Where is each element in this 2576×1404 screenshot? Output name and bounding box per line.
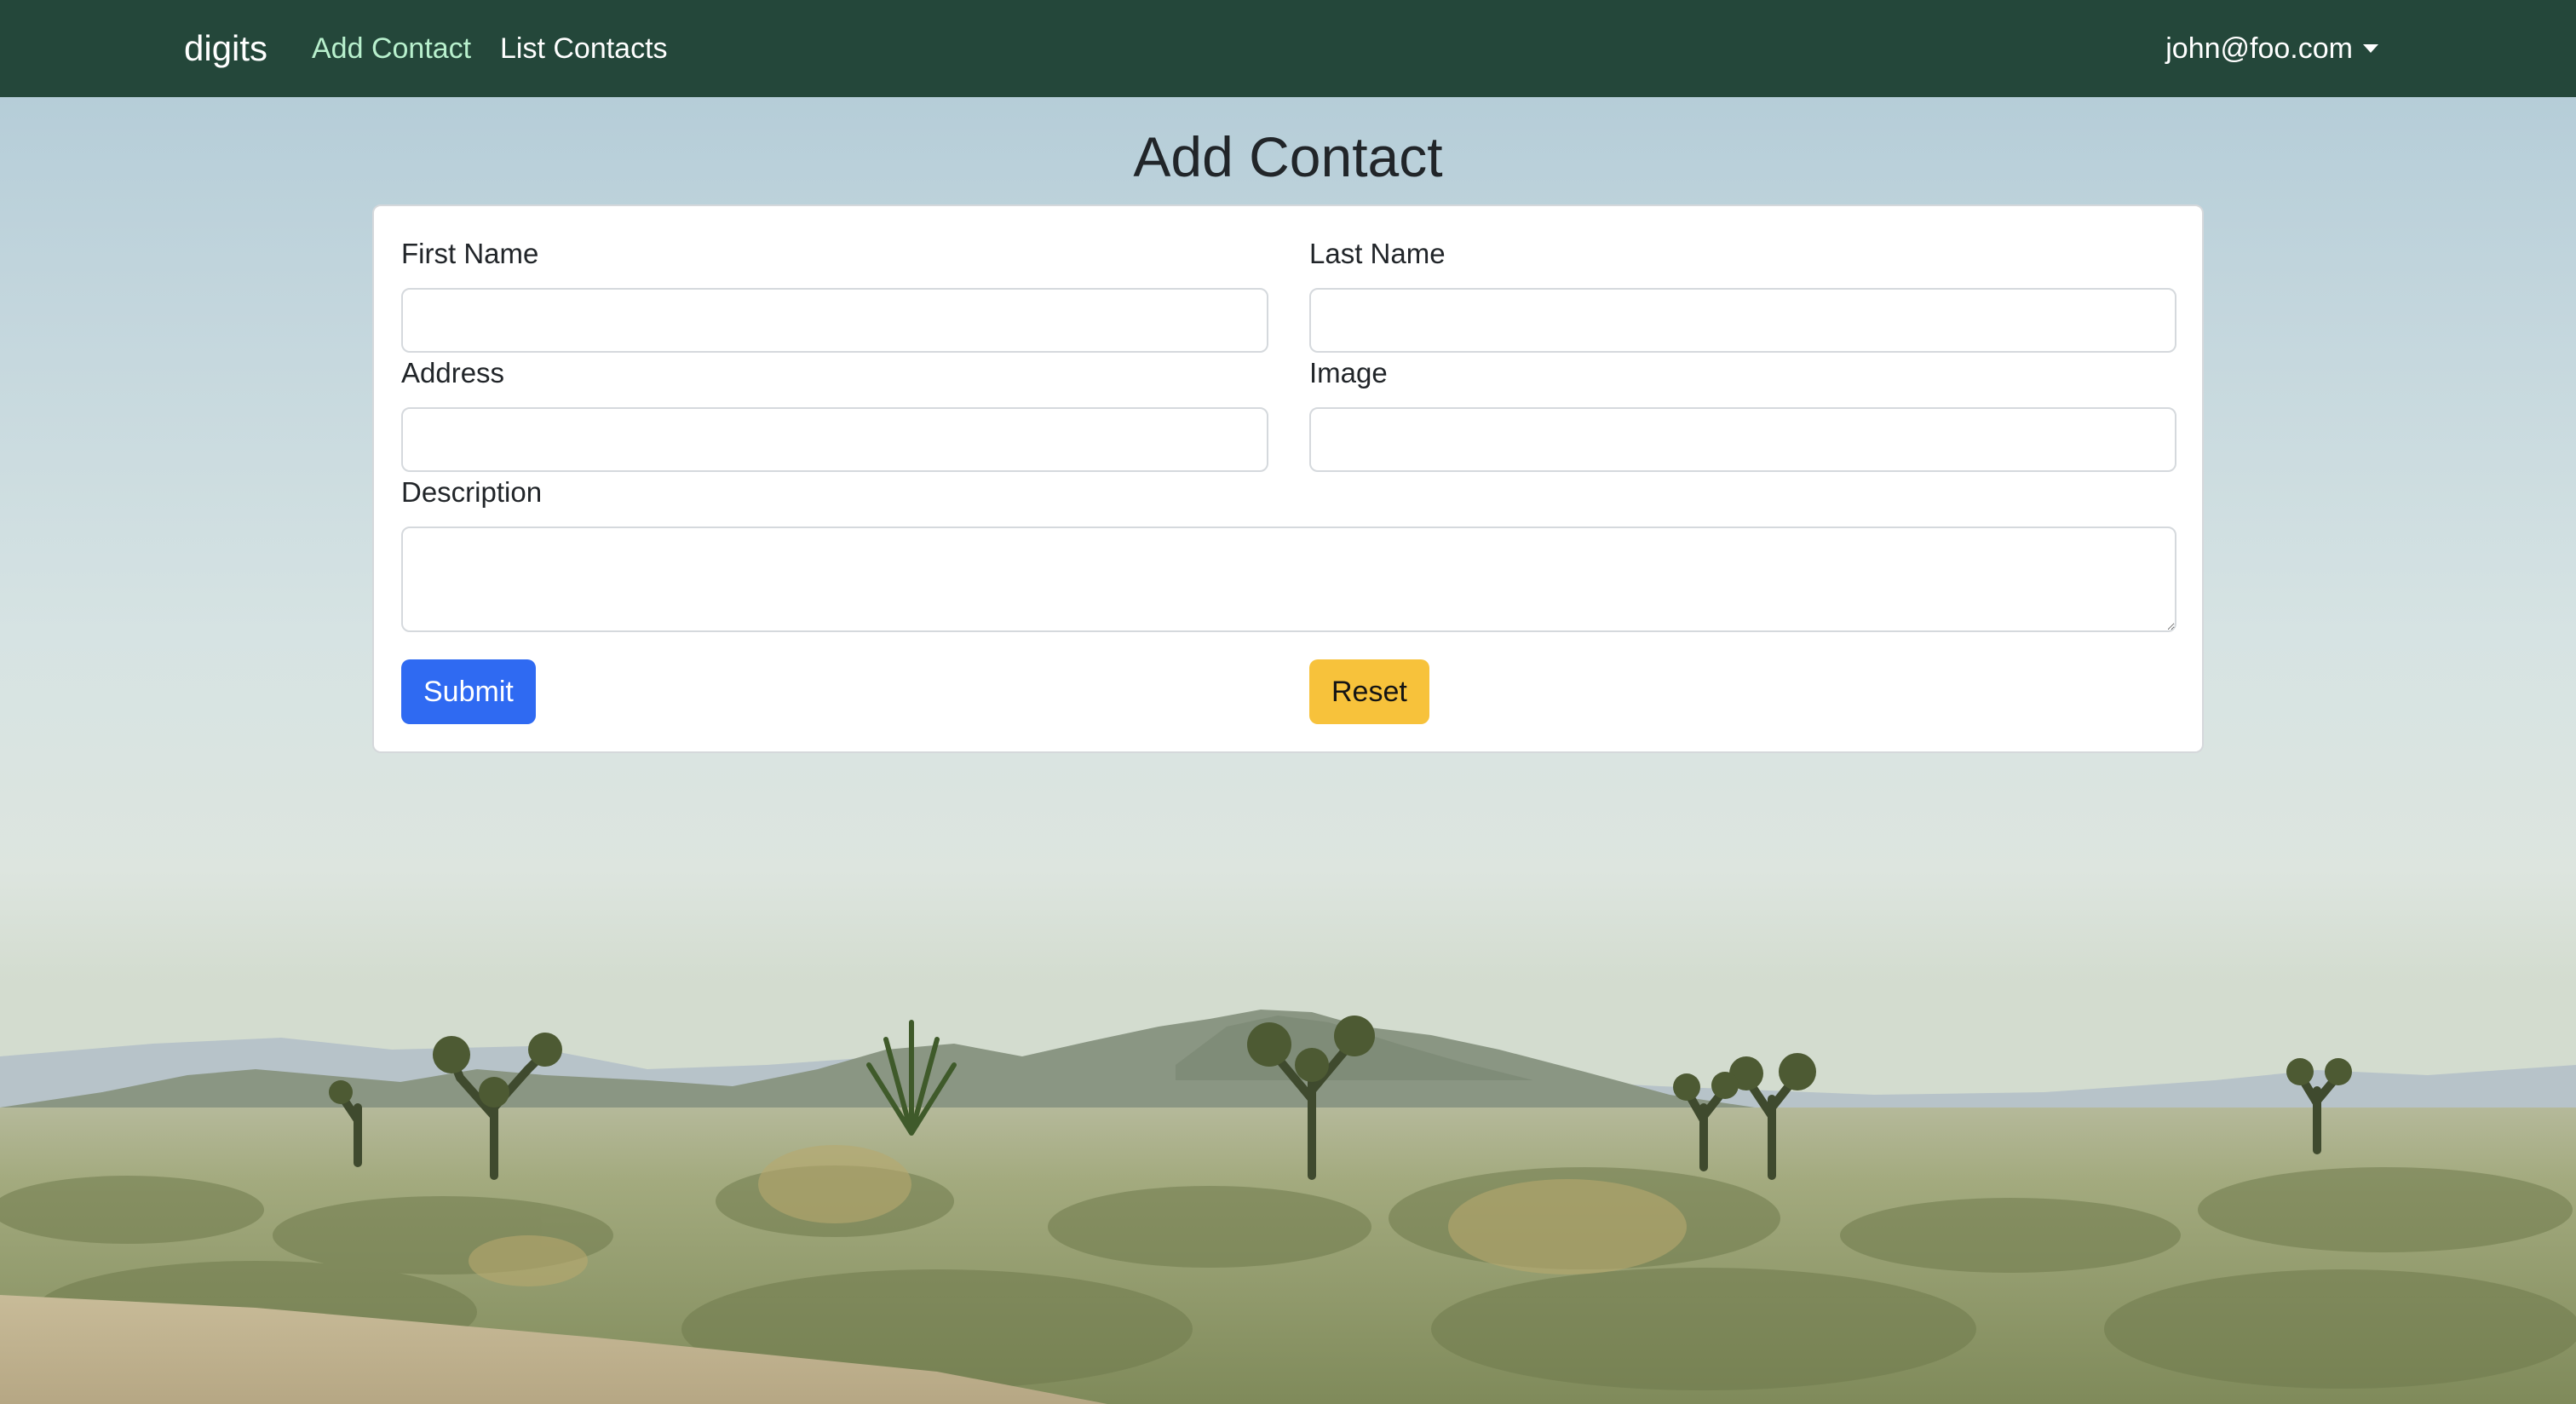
first-name-label: First Name (401, 238, 539, 269)
image-label: Image (1309, 357, 1388, 388)
submit-button[interactable]: Submit (401, 659, 536, 724)
add-contact-form-card: First Name Last Name Address Image Descr… (372, 204, 2204, 753)
brand-link[interactable]: digits (184, 26, 267, 72)
page-title: Add Contact (1133, 125, 1443, 188)
last-name-input[interactable] (1309, 288, 2176, 353)
address-label: Address (401, 357, 505, 388)
image-input[interactable] (1309, 407, 2176, 472)
reset-button[interactable]: Reset (1309, 659, 1429, 724)
first-name-input[interactable] (401, 288, 1268, 353)
user-dropdown[interactable]: john@foo.com (2165, 27, 2378, 70)
navbar: digits Add Contact List Contacts john@fo… (0, 0, 2576, 97)
caret-down-icon (2363, 44, 2378, 53)
last-name-label: Last Name (1309, 238, 1446, 269)
description-textarea[interactable] (401, 526, 2176, 632)
user-email: john@foo.com (2165, 32, 2353, 65)
description-label: Description (401, 476, 543, 508)
nav-link-add-contact[interactable]: Add Contact (312, 27, 471, 70)
nav-link-list-contacts[interactable]: List Contacts (500, 27, 668, 70)
address-input[interactable] (401, 407, 1268, 472)
